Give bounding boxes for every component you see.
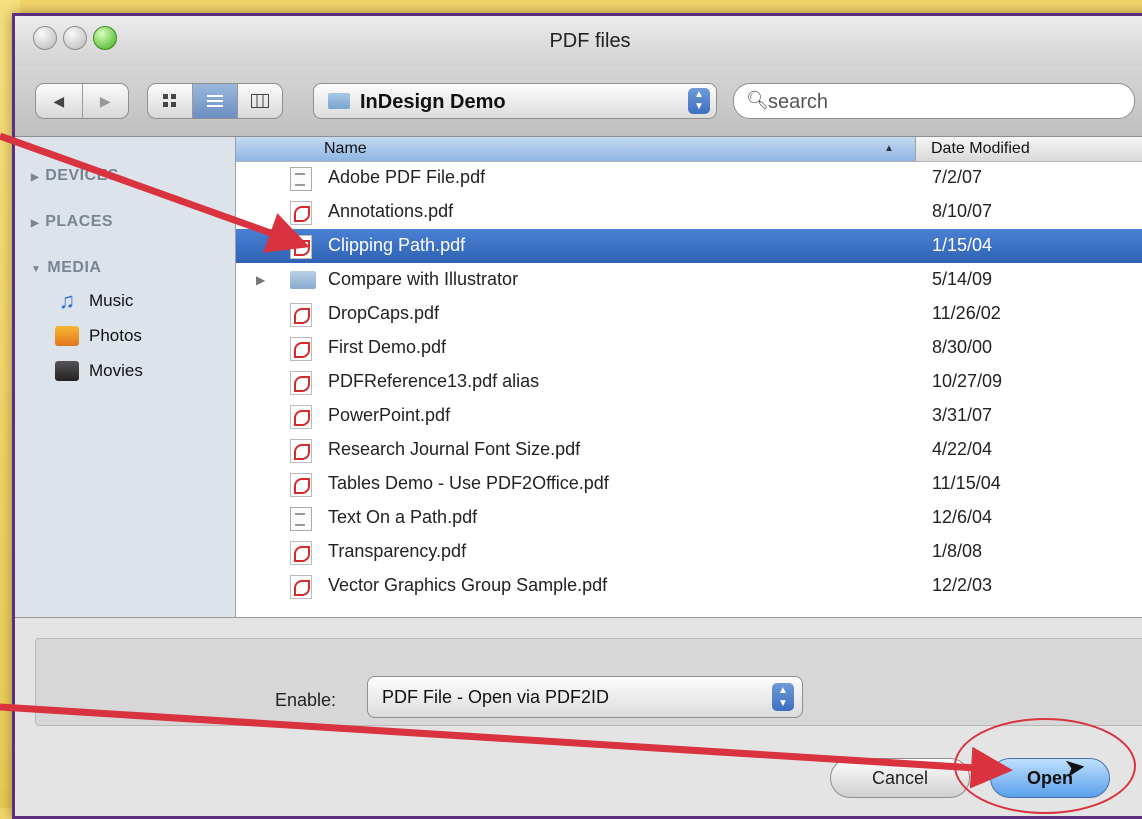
enable-value: PDF File - Open via PDF2ID: [382, 687, 610, 707]
file-date: 10/27/09: [932, 371, 1003, 391]
pdf-file-icon: [290, 303, 312, 327]
file-name: Annotations.pdf: [328, 201, 454, 221]
file-name: Tables Demo - Use PDF2Office.pdf: [328, 473, 609, 493]
file-row[interactable]: PDFReference13.pdf alias 10/27/09: [236, 365, 1142, 399]
sidebar-item-movies[interactable]: Movies: [55, 361, 143, 381]
file-date: 3/31/07: [932, 405, 993, 425]
file-date: 7/2/07: [932, 167, 983, 187]
file-row[interactable]: Vector Graphics Group Sample.pdf 12/2/03: [236, 569, 1142, 603]
search-field[interactable]: 🔍︎: [733, 83, 1135, 119]
sidebar-section-media[interactable]: ▼ MEDIA: [31, 259, 101, 277]
file-name: Compare with Illustrator: [328, 269, 519, 289]
sidebar-section-places[interactable]: ▶ PLACES: [31, 213, 113, 231]
file-row[interactable]: Adobe PDF File.pdf 7/2/07: [236, 161, 1142, 195]
file-name: First Demo.pdf: [328, 337, 447, 357]
open-dialog: PDF files ◀ ▶ InDesign Demo ▲ ▼ 🔍︎ searc…: [12, 13, 1142, 819]
folder-icon: [290, 271, 316, 289]
back-button[interactable]: ◀: [36, 84, 83, 118]
icon-view-icon: [163, 94, 176, 107]
sidebar-section-devices[interactable]: ▶ DEVICES: [31, 167, 119, 185]
pdf-file-icon: [290, 405, 312, 429]
file-date: 1/15/04: [932, 235, 993, 255]
file-row[interactable]: First Demo.pdf 8/30/00: [236, 331, 1142, 365]
file-name: Adobe PDF File.pdf: [328, 167, 486, 187]
search-input[interactable]: [766, 89, 1110, 115]
document-icon: [290, 167, 312, 191]
toolbar: ◀ ▶ InDesign Demo ▲ ▼ 🔍︎: [15, 66, 1142, 137]
pdf-file-icon: [290, 575, 312, 599]
file-name: Transparency.pdf: [328, 541, 467, 561]
file-date: 8/30/00: [932, 337, 993, 357]
file-name: PDFReference13.pdf alias: [328, 371, 540, 391]
popup-arrows-icon: ▲ ▼: [772, 683, 794, 711]
music-icon: ♫: [58, 288, 76, 313]
file-date: 8/10/07: [932, 201, 993, 221]
window-title: PDF files: [549, 30, 631, 52]
photos-icon: [55, 326, 79, 346]
mouse-cursor-icon: ➤: [1061, 750, 1088, 784]
column-header: Name ▲ Date Modified: [236, 137, 1142, 162]
file-name: Vector Graphics Group Sample.pdf: [328, 575, 608, 595]
sidebar: ▶ DEVICES ▶ PLACES ▼ MEDIA ♫ Music Photos M…: [15, 137, 236, 617]
movies-icon: [55, 361, 79, 381]
sort-ascending-icon: ▲: [884, 143, 894, 154]
file-name: Clipping Path.pdf: [328, 235, 466, 255]
annotation-circle: [954, 718, 1136, 814]
list-view-icon: [207, 95, 223, 107]
file-name: Text On a Path.pdf: [328, 507, 478, 527]
file-date: 12/6/04: [932, 507, 993, 527]
file-row[interactable]: Clipping Path.pdf 1/15/04: [236, 229, 1142, 263]
file-date: 1/8/08: [932, 541, 983, 561]
file-row[interactable]: DropCaps.pdf 11/26/02: [236, 297, 1142, 331]
title-bar: PDF files: [15, 16, 1142, 67]
enable-select[interactable]: PDF File - Open via PDF2ID ▲ ▼: [367, 676, 803, 718]
pdf-file-icon: [290, 473, 312, 497]
location-popup[interactable]: InDesign Demo ▲ ▼: [313, 83, 717, 119]
cancel-button[interactable]: Cancel: [830, 758, 970, 798]
sidebar-item-photos[interactable]: Photos: [55, 326, 142, 346]
disclosure-down-icon: ▼: [31, 264, 42, 275]
pdf-file-icon: [290, 201, 312, 225]
pdf-file-icon: [290, 541, 312, 565]
file-date: 5/14/09: [932, 269, 993, 289]
nav-buttons: ◀ ▶: [35, 83, 129, 119]
disclosure-right-icon: ▶: [31, 218, 40, 229]
file-row[interactable]: Annotations.pdf 8/10/07: [236, 195, 1142, 229]
location-label: InDesign Demo: [360, 91, 506, 113]
icon-view-button[interactable]: [148, 84, 193, 118]
forward-button[interactable]: ▶: [83, 84, 129, 118]
folder-icon: [328, 93, 350, 109]
file-name: DropCaps.pdf: [328, 303, 440, 323]
pdf-file-icon: [290, 371, 312, 395]
file-name: Research Journal Font Size.pdf: [328, 439, 581, 459]
pdf-file-icon: [290, 439, 312, 463]
sidebar-item-music[interactable]: ♫ Music: [55, 288, 134, 313]
pdf-file-icon: [290, 235, 312, 259]
file-date: 12/2/03: [932, 575, 993, 595]
column-view-button[interactable]: [238, 84, 282, 118]
file-list: Name ▲ Date Modified Adobe PDF File.pdf 7…: [236, 137, 1142, 617]
disclosure-right-icon: ▶: [31, 172, 40, 183]
file-date: 11/26/02: [932, 303, 1001, 323]
file-row[interactable]: ▶ Compare with Illustrator 5/14/09: [236, 263, 1142, 297]
list-view-button[interactable]: [193, 84, 238, 118]
file-row[interactable]: Research Journal Font Size.pdf 4/22/04: [236, 433, 1142, 467]
file-row[interactable]: Transparency.pdf 1/8/08: [236, 535, 1142, 569]
pdf-file-icon: [290, 337, 312, 361]
file-name: PowerPoint.pdf: [328, 405, 451, 425]
file-row[interactable]: Tables Demo - Use PDF2Office.pdf 11/15/04: [236, 467, 1142, 501]
file-row[interactable]: PowerPoint.pdf 3/31/07: [236, 399, 1142, 433]
file-date: 4/22/04: [932, 439, 993, 459]
disclosure-right-icon[interactable]: ▶: [256, 273, 265, 287]
view-mode-switcher: [147, 83, 283, 119]
date-column-header[interactable]: Date Modified: [931, 137, 1030, 161]
document-icon: [290, 507, 312, 531]
file-date: 11/15/04: [932, 473, 1001, 493]
column-view-icon: [251, 94, 269, 108]
popup-arrows-icon: ▲ ▼: [688, 88, 710, 114]
file-row[interactable]: Text On a Path.pdf 12/6/04: [236, 501, 1142, 535]
name-column-header[interactable]: Name: [236, 137, 916, 161]
enable-label: Enable:: [275, 690, 337, 710]
